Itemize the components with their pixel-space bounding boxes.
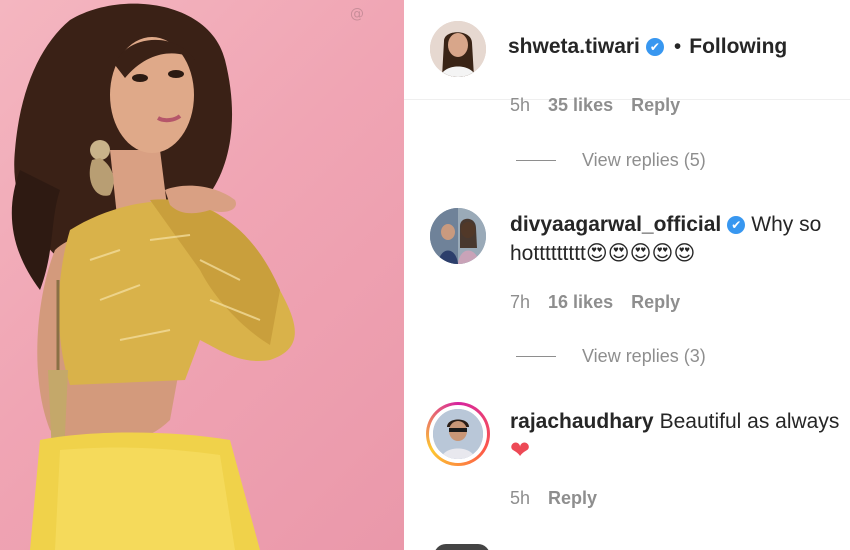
comment-likes[interactable]: 16 likes (548, 292, 613, 312)
reply-button[interactable]: Reply (631, 292, 680, 312)
verified-badge-icon: ✔ (645, 38, 664, 56)
watermark-icon: @ (350, 6, 364, 22)
verified-badge-icon: ✔ (727, 216, 746, 234)
reply-button[interactable]: Reply (631, 95, 680, 115)
commenter-avatar[interactable] (430, 208, 486, 264)
header-username[interactable]: shweta.tiwari (508, 35, 640, 58)
replies-dash (516, 160, 556, 161)
story-ring[interactable] (426, 402, 490, 466)
view-replies-label: View replies (5) (582, 150, 706, 170)
following-button[interactable]: Following (689, 35, 787, 58)
view-replies-button-1[interactable]: View replies (5) (516, 150, 706, 171)
profile-photo-icon (430, 21, 486, 77)
commenter-avatar[interactable] (433, 409, 483, 459)
view-replies-button-2[interactable]: View replies (3) (516, 346, 706, 367)
profile-photo-icon (433, 409, 483, 459)
profile-photo-icon (430, 208, 486, 264)
comment-body-2: divyaagarwal_official ✔ Why so hottttttttt… (510, 211, 840, 268)
replies-dash (516, 356, 556, 357)
post-photo-illustration (11, 3, 295, 550)
profile-avatar[interactable] (430, 21, 486, 77)
comment-time: 7h (510, 292, 531, 312)
comments-panel: shweta.tiwari ✔ • Following 5h 35 likes Reply… (404, 0, 850, 550)
comment-username[interactable]: rajachaudhary (510, 410, 654, 433)
comment-body-3: rajachaudhary Beautiful as always ❤ (510, 408, 840, 466)
comment-time: 5h (510, 95, 531, 115)
heart-eyes-emoji-icon: 😍😍😍😍😍 (585, 241, 696, 265)
comment-username[interactable]: divyaagarwal_official (510, 213, 721, 236)
post-photo[interactable]: @ (0, 0, 404, 550)
header-separator: • (673, 35, 682, 58)
view-replies-label: View replies (3) (582, 346, 706, 366)
comment-meta-1: 5h 35 likes Reply (510, 95, 698, 116)
post-header: shweta.tiwari ✔ • Following (404, 0, 850, 100)
reply-button[interactable]: Reply (548, 488, 597, 508)
next-commenter-avatar[interactable] (434, 544, 490, 550)
comment-meta-2: 7h 16 likes Reply (510, 292, 698, 313)
comment-likes[interactable]: 35 likes (548, 95, 613, 115)
comment-time: 5h (510, 488, 531, 508)
comment-text: Beautiful as always (659, 410, 840, 433)
red-heart-icon: ❤ (510, 436, 531, 464)
header-line: shweta.tiwari ✔ • Following (508, 35, 787, 59)
comment-meta-3: 5h Reply (510, 488, 615, 509)
